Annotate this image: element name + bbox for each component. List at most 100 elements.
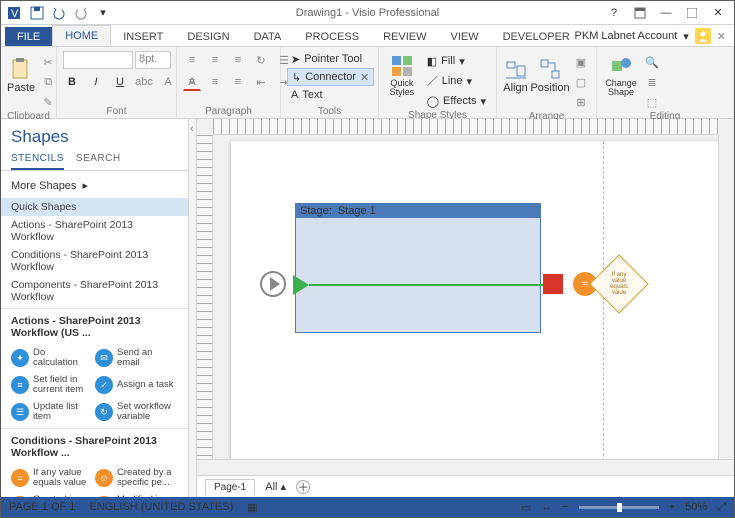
position-button[interactable]: Position	[532, 49, 568, 101]
tab-data[interactable]: DATA	[242, 27, 294, 46]
help-icon[interactable]: ?	[602, 3, 626, 23]
visio-icon[interactable]: V	[5, 3, 25, 23]
paste-button[interactable]: Paste	[7, 49, 35, 101]
fit-width-icon[interactable]: ↔	[541, 501, 552, 513]
bring-front-icon[interactable]: ▣	[572, 53, 590, 71]
stage-shape[interactable]: Stage:Stage 1	[295, 203, 541, 333]
underline-button[interactable]: U	[111, 73, 129, 91]
cut-icon[interactable]: ✂	[39, 53, 57, 71]
tab-home[interactable]: HOME	[52, 25, 111, 46]
pane-splitter[interactable]: ‹	[189, 119, 197, 497]
strike-button[interactable]: abc	[135, 73, 153, 91]
zoom-in-button[interactable]: +	[669, 501, 675, 513]
qat-dropdown-icon[interactable]: ▾	[93, 3, 113, 23]
fit-page-icon[interactable]: ⤢	[717, 501, 726, 514]
close-icon[interactable]: ✕	[360, 71, 369, 84]
font-size-select[interactable]: 8pt.	[135, 51, 171, 69]
text-tool-button[interactable]: AText	[287, 86, 327, 104]
font-family-select[interactable]	[63, 51, 133, 69]
start-shape[interactable]	[260, 271, 286, 297]
shape-if-value[interactable]: =If any value equals value	[9, 465, 93, 492]
shape-created-by[interactable]: ☺Created by a specific pe...	[93, 465, 177, 492]
quick-styles-button[interactable]: Quick Styles	[385, 49, 419, 101]
save-icon[interactable]	[27, 3, 47, 23]
font-grow-icon[interactable]: A	[159, 73, 177, 91]
align-left-icon[interactable]: ≡	[183, 73, 201, 91]
shape-update-list[interactable]: ☰Update list item	[9, 399, 93, 426]
drawing-canvas[interactable]: Stage:Stage 1 = If any value equals valu…	[213, 135, 718, 459]
tab-design[interactable]: DESIGN	[175, 27, 241, 46]
bold-button[interactable]: B	[63, 73, 81, 91]
tab-view[interactable]: VIEW	[438, 27, 490, 46]
stencil-actions[interactable]: Actions - SharePoint 2013 Workflow	[1, 216, 188, 246]
shape-send-email[interactable]: ✉Send an email	[93, 345, 177, 372]
undo-icon[interactable]	[49, 3, 69, 23]
pointer-tool-button[interactable]: ➤Pointer Tool	[287, 50, 366, 68]
ruler-horizontal[interactable]	[213, 119, 718, 135]
presentation-mode-icon[interactable]: ▭	[521, 501, 531, 514]
shape-assign-task[interactable]: ✓Assign a task	[93, 372, 177, 399]
stencil-quick-shapes[interactable]: Quick Shapes	[1, 198, 188, 216]
pointer-icon: ➤	[291, 53, 300, 66]
tab-developer[interactable]: DEVELOPER	[491, 27, 582, 46]
align-right-icon[interactable]: ≡	[229, 73, 247, 91]
avatar[interactable]	[695, 28, 711, 44]
tab-process[interactable]: PROCESS	[293, 27, 371, 46]
close-pane-icon[interactable]: ✕	[717, 30, 726, 43]
align-center-icon[interactable]: ≡	[206, 73, 224, 91]
page-tab[interactable]: Page-1	[205, 479, 255, 495]
change-shape-button[interactable]: Change Shape	[603, 49, 639, 101]
format-painter-icon[interactable]: ✎	[39, 93, 57, 111]
ruler-vertical[interactable]	[197, 135, 213, 459]
account-dropdown-icon[interactable]: ▾	[683, 30, 689, 43]
zoom-level[interactable]: 50%	[685, 501, 707, 513]
indent-dec-icon[interactable]: ⇤	[252, 73, 270, 91]
entry-arrow[interactable]	[293, 275, 309, 295]
stencil-conditions[interactable]: Conditions - SharePoint 2013 Workflow	[1, 246, 188, 276]
condition-diamond[interactable]: If any value equals value	[591, 262, 647, 306]
align-middle-icon[interactable]: ≡	[206, 51, 224, 69]
layers-icon[interactable]: ≣	[643, 73, 661, 91]
tab-review[interactable]: REVIEW	[371, 27, 438, 46]
maximize-button[interactable]	[680, 3, 704, 23]
send-back-icon[interactable]: ▢	[572, 73, 590, 91]
stencil-components[interactable]: Components - SharePoint 2013 Workflow	[1, 276, 188, 306]
page[interactable]: Stage:Stage 1 = If any value equals valu…	[231, 141, 718, 459]
find-icon[interactable]: 🔍	[643, 53, 661, 71]
ribbon-collapse-icon[interactable]	[628, 3, 652, 23]
zoom-out-button[interactable]: −	[562, 501, 568, 513]
fill-button[interactable]: ◧Fill▾	[423, 52, 490, 70]
select-icon[interactable]: ⬚	[643, 93, 661, 111]
align-bottom-icon[interactable]: ≡	[229, 51, 247, 69]
orientation-icon[interactable]: ↻	[252, 51, 270, 69]
effects-button[interactable]: ◯Effects▾	[423, 92, 490, 110]
more-shapes-link[interactable]: More Shapes▸	[1, 171, 188, 196]
minimize-button[interactable]: —	[654, 3, 678, 23]
end-shape[interactable]	[543, 274, 563, 294]
align-button[interactable]: Align	[503, 49, 528, 101]
shape-do-calculation[interactable]: ✦Do calculation	[9, 345, 93, 372]
group-icon[interactable]: ⊞	[572, 93, 590, 111]
tab-insert[interactable]: INSERT	[111, 27, 175, 46]
copy-icon[interactable]: ⧉	[39, 73, 57, 91]
close-button[interactable]: ✕	[706, 3, 730, 23]
add-page-button[interactable]: ＋	[296, 480, 310, 494]
redo-icon[interactable]	[71, 3, 91, 23]
tab-file[interactable]: FILE	[5, 27, 52, 46]
italic-button[interactable]: I	[87, 73, 105, 91]
horizontal-scrollbar[interactable]	[197, 460, 734, 475]
connector-tool-button[interactable]: ↳Connector✕	[287, 68, 374, 86]
tab-stencils[interactable]: STENCILS	[11, 153, 64, 170]
connector-line[interactable]	[309, 284, 543, 286]
tab-search[interactable]: SEARCH	[76, 153, 121, 170]
vertical-scrollbar[interactable]	[718, 135, 734, 459]
zoom-slider[interactable]	[579, 506, 659, 509]
shape-set-field[interactable]: ≡Set field in current item	[9, 372, 93, 399]
shape-set-variable[interactable]: ↻Set workflow variable	[93, 399, 177, 426]
status-language[interactable]: ENGLISH (UNITED STATES)	[89, 501, 233, 513]
all-pages-button[interactable]: All ▴	[265, 480, 286, 493]
macro-record-icon[interactable]: ▦	[247, 501, 257, 514]
account-area[interactable]: PKM Labnet Account ▾ ✕	[575, 28, 726, 44]
line-button[interactable]: ／Line▾	[423, 72, 490, 90]
align-top-icon[interactable]: ≡	[183, 51, 201, 69]
